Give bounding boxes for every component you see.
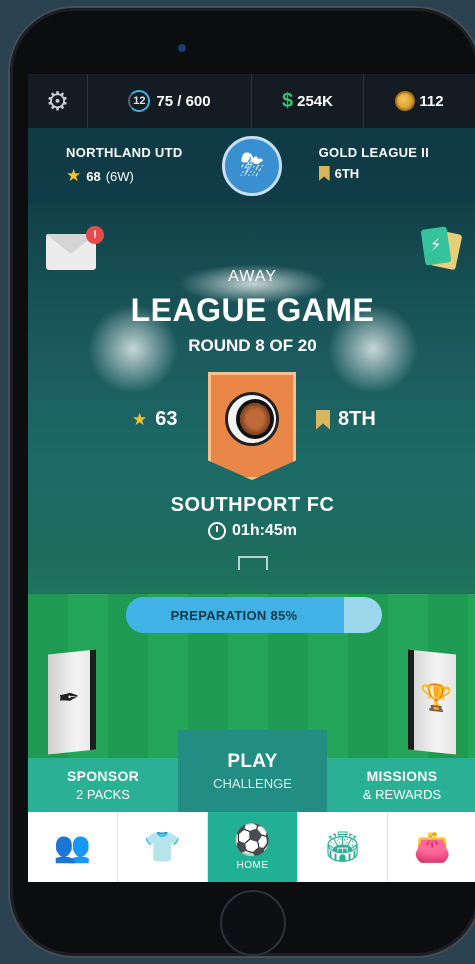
goal-icon [238, 556, 268, 570]
club-rating-value: 68 [86, 168, 101, 184]
fountain-pen-icon: ✒ [58, 681, 80, 714]
opponent-badge[interactable] [208, 372, 296, 480]
flag-icon [318, 166, 330, 181]
preparation-label: PREPARATION 85% [170, 607, 298, 623]
league-info[interactable]: GOLD LEAGUE II 6TH [318, 145, 429, 181]
sponsor-title: SPONSOR [66, 768, 140, 784]
home-hardware-button[interactable] [220, 890, 286, 956]
cash-counter[interactable]: $ 254K [252, 74, 364, 128]
cash-value: 254K [297, 92, 333, 110]
wallet-icon: 👛 [413, 830, 452, 864]
nav-wallet[interactable]: 👛 [388, 812, 475, 882]
coins-counter[interactable]: 112 [364, 74, 475, 128]
opponent-rating: ★ 63 [132, 408, 178, 431]
league-position-value: 6TH [334, 166, 360, 181]
level-badge: 12 [128, 90, 151, 112]
play-title: PLAY [227, 751, 278, 772]
league-name: GOLD LEAGUE II [318, 145, 429, 160]
cards-button[interactable]: ⚡ [420, 226, 463, 272]
storm-cloud-icon[interactable]: ⛈ [222, 136, 282, 196]
game-screen: ⚙ 12 75 / 600 $ 254K 112 NORTHLAND UTD ★… [28, 74, 475, 882]
match-venue: AWAY [228, 268, 277, 285]
opponent-crest-icon [225, 392, 279, 446]
club-wins: (6W) [105, 168, 134, 184]
shirt-icon: 👕 [143, 830, 182, 864]
lightning-card-icon: ⚡ [420, 226, 452, 266]
league-position: 6TH [318, 166, 429, 181]
mail-button[interactable]: ! [46, 226, 104, 270]
missions-button[interactable]: MISSIONS & REWARDS [327, 758, 475, 812]
flag-icon [316, 409, 330, 430]
coins-value: 112 [419, 92, 444, 110]
clock-icon [208, 522, 227, 540]
missions-subtitle: & REWARDS [362, 787, 442, 802]
club-header: NORTHLAND UTD ★ 68 (6W) ⛈ GOLD LEAGUE II… [28, 128, 475, 204]
club-rating: ★ 68 (6W) [66, 166, 183, 186]
people-icon: 👥 [53, 830, 92, 864]
dollar-icon: $ [282, 89, 294, 112]
opponent-position: 8TH [316, 408, 376, 431]
camera-dot [178, 44, 186, 52]
match-round: ROUND 8 OF 20 [188, 336, 317, 355]
missions-title: MISSIONS [366, 768, 438, 784]
play-button[interactable]: PLAY CHALLENGE [178, 730, 327, 812]
countdown-value: 01h:45m [232, 522, 297, 539]
settings-button[interactable]: ⚙ [28, 74, 88, 128]
opponent-position-value: 8TH [338, 408, 376, 430]
top-bar: ⚙ 12 75 / 600 $ 254K 112 [28, 74, 475, 128]
trophy-icon: 🏆 [420, 680, 453, 715]
nav-home-label: HOME [236, 860, 269, 871]
preparation-bar[interactable]: PREPARATION 85% [126, 597, 382, 633]
nav-squad[interactable]: 👥 [28, 812, 118, 882]
stadium-icon: 🏟 [323, 830, 362, 864]
star-icon: ★ [132, 409, 148, 429]
nav-stadium[interactable]: 🏟 [298, 812, 388, 882]
notification-badge: ! [86, 226, 104, 244]
energy-counter[interactable]: 12 75 / 600 [88, 74, 252, 128]
match-countdown: 01h:45m [28, 522, 475, 540]
sponsor-book[interactable]: ✒ [48, 649, 96, 755]
coin-icon [397, 93, 414, 109]
play-subtitle: CHALLENGE [213, 776, 292, 791]
opponent-rating-value: 63 [155, 408, 178, 430]
gear-icon: ⚙ [45, 85, 70, 116]
bottom-nav: 👥 👕 ⚽ HOME 🏟 👛 [28, 812, 475, 882]
club-name: NORTHLAND UTD [66, 145, 183, 160]
sponsor-subtitle: 2 PACKS [76, 787, 130, 802]
match-title: LEAGUE GAME [130, 292, 375, 328]
sponsor-button[interactable]: SPONSOR 2 PACKS [28, 758, 178, 812]
club-info[interactable]: NORTHLAND UTD ★ 68 (6W) [66, 145, 183, 186]
nav-kit[interactable]: 👕 [118, 812, 208, 882]
phone-frame: ⚙ 12 75 / 600 $ 254K 112 NORTHLAND UTD ★… [10, 8, 475, 956]
missions-book[interactable]: 🏆 [408, 649, 456, 755]
nav-home[interactable]: ⚽ HOME [208, 812, 298, 882]
football-icon: ⚽ [233, 824, 272, 857]
opponent-name: SOUTHPORT FC [170, 494, 335, 516]
action-row: SPONSOR 2 PACKS PLAY CHALLENGE MISSIONS … [28, 730, 475, 812]
energy-value: 75 / 600 [156, 92, 211, 110]
star-icon: ★ [66, 166, 82, 185]
